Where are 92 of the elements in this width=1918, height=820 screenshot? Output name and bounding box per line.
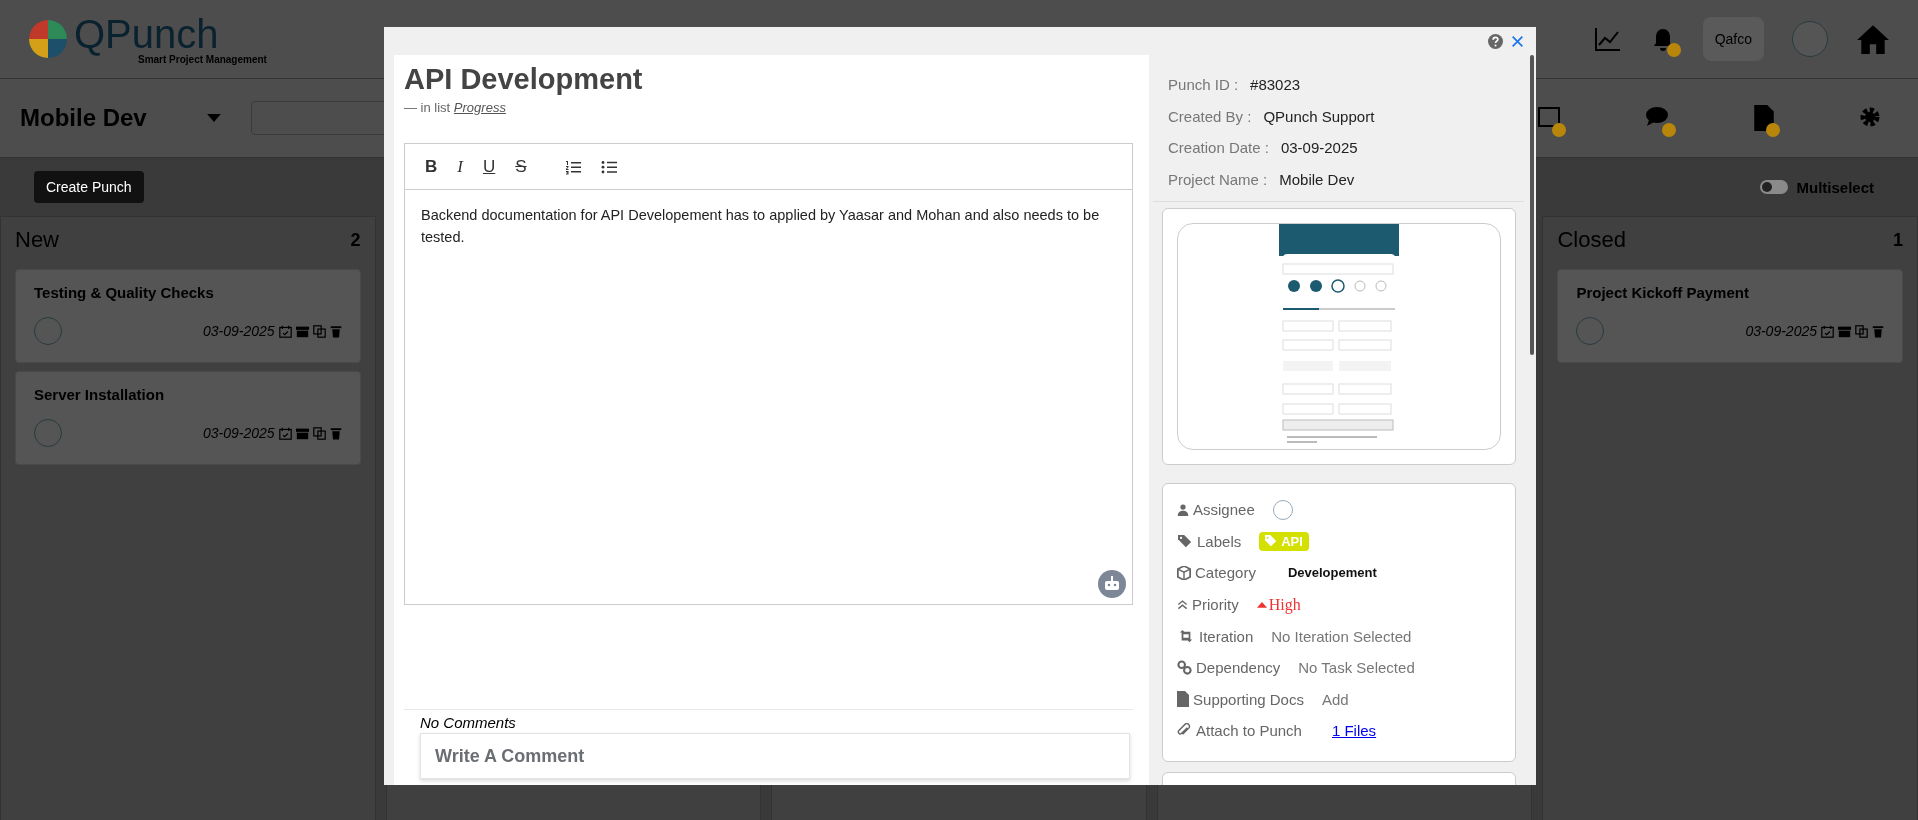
files-link[interactable]: 1 Files (1331, 722, 1377, 740)
description-text: Backend documentation for API Developement has to applied by Yaasar and Mohan and also needs to be tested. (420, 206, 1101, 247)
card-date: 03-09-2025 (202, 425, 275, 441)
card-title: Project Kickoff Payment (1576, 284, 1750, 301)
description-editor[interactable]: B I U S Backend documentation for API Developement has to applied by Yaasar and Mohan and also needs to be tested. (404, 143, 1134, 605)
card-title: Server Installation (34, 386, 166, 403)
double-chevron-icon (1177, 599, 1189, 611)
help-icon (1488, 33, 1503, 49)
home-icon (1856, 23, 1890, 55)
create-punch-button[interactable]: Create Punch (34, 171, 144, 203)
notification-badge (1666, 43, 1681, 57)
numbered-list-icon (564, 158, 581, 175)
robot-icon[interactable] (1098, 570, 1127, 598)
calendar-icon (1538, 105, 1560, 127)
info-value: #83023 (1250, 76, 1301, 94)
bullet-list-icon (600, 158, 617, 175)
info-value: QPunch Support (1263, 107, 1375, 125)
chart-icon (1592, 27, 1623, 51)
label-text: API (1281, 533, 1303, 549)
archive-icon (1838, 324, 1851, 338)
brand-tagline: Smart Project Management (138, 53, 267, 65)
attribute-value: No Task Selected (1298, 659, 1415, 677)
tag-icon (1265, 535, 1278, 548)
up-triangle-icon (1256, 601, 1267, 609)
attribute-label: Iteration (1199, 627, 1254, 645)
info-label: Project Name : (1168, 170, 1268, 188)
avatar-icon (34, 317, 62, 345)
calendar-icon (278, 324, 292, 338)
punch-title: API Development (404, 63, 644, 96)
trash-icon (329, 426, 342, 440)
comments-status: No Comments (419, 713, 517, 731)
comment-field[interactable]: Write A Comment (420, 733, 1130, 779)
attribute-label: Supporting Docs (1193, 690, 1304, 708)
category-value: Developement (1287, 565, 1377, 581)
trash-icon (329, 324, 342, 338)
list-link[interactable]: Progress (453, 100, 506, 115)
document-icon (1177, 691, 1190, 708)
italic-button[interactable]: I (453, 154, 467, 179)
strike-button[interactable]: S (511, 154, 531, 179)
info-label: Creation Date : (1168, 139, 1269, 157)
card-date: 03-09-2025 (202, 323, 275, 339)
close-icon (1511, 34, 1524, 48)
underline-button[interactable]: U (478, 154, 500, 179)
multiselect-label: Multiselect (1796, 178, 1874, 196)
info-value: Mobile Dev (1279, 170, 1355, 188)
info-label: Punch ID : (1168, 76, 1239, 94)
attribute-label: Dependency (1196, 659, 1281, 677)
notification-badge (1662, 123, 1676, 137)
cube-icon (1177, 566, 1192, 580)
archive-icon (295, 426, 309, 440)
column-count: 1 (1893, 229, 1903, 251)
attribute-label: Attach to Punch (1196, 722, 1302, 740)
avatar-icon (1576, 317, 1605, 345)
bold-button[interactable]: B (421, 154, 442, 179)
column-title: Closed (1557, 227, 1626, 253)
copy-icon (312, 324, 326, 338)
scrollbar[interactable] (1530, 55, 1534, 355)
attribute-label: Assignee (1193, 501, 1255, 519)
notification-badge (1766, 123, 1780, 137)
assignee-avatar (1272, 499, 1293, 520)
card-date: 03-09-2025 (1745, 323, 1817, 339)
attribute-label: Category (1195, 564, 1256, 582)
attribute-value: No Iteration Selected (1271, 627, 1412, 645)
settings-icon (1858, 105, 1882, 129)
add-link[interactable]: Add (1321, 690, 1349, 708)
info-value: 03-09-2025 (1280, 139, 1358, 157)
link-icon (1177, 660, 1193, 676)
calendar-icon (278, 426, 292, 440)
archive-icon (295, 324, 309, 338)
brand-name: QPunch (74, 13, 219, 54)
list-prefix: — in list (404, 100, 451, 115)
copy-icon (312, 426, 326, 440)
column-count: 2 (350, 229, 361, 251)
attribute-label: Labels (1197, 532, 1242, 550)
person-icon (1177, 502, 1190, 517)
attribute-label: Priority (1192, 596, 1239, 614)
avatar-icon (34, 419, 62, 447)
multiselect-toggle[interactable] (1760, 180, 1789, 194)
card-title: Testing & Quality Checks (34, 284, 215, 301)
attachment-preview[interactable] (1177, 223, 1501, 450)
trash-icon (1872, 324, 1884, 338)
logo-icon (28, 19, 68, 59)
column-title: New (15, 227, 59, 253)
chat-icon (1644, 105, 1670, 127)
caret-icon (206, 114, 221, 122)
calendar-icon (1821, 324, 1834, 338)
notification-badge (1552, 123, 1566, 137)
copy-icon (1855, 324, 1868, 338)
tags-icon (1177, 534, 1194, 549)
priority-value: High (1268, 595, 1301, 614)
info-label: Created By : (1168, 107, 1252, 125)
document-icon (1754, 105, 1774, 131)
